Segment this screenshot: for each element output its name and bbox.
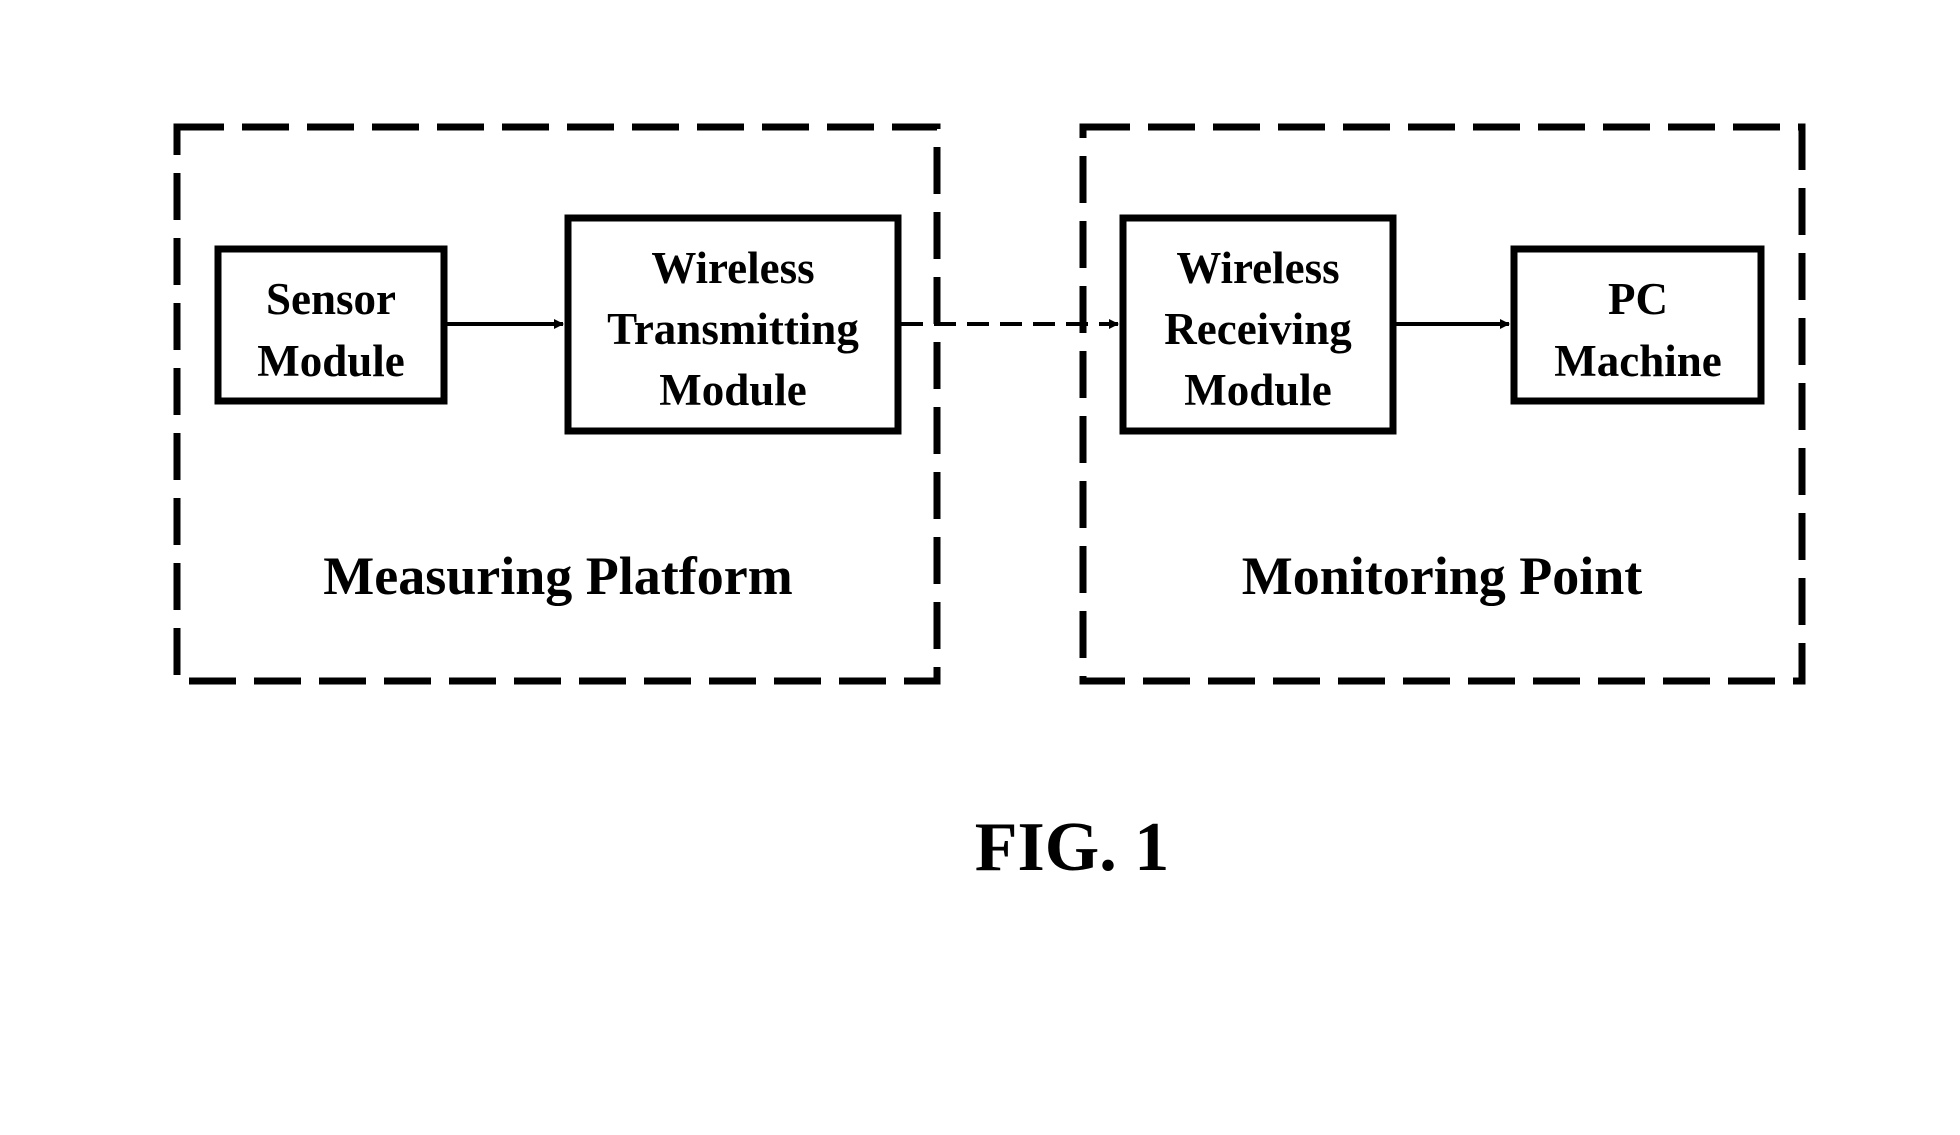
pc-machine-label-line-1: PC (1608, 274, 1668, 324)
wireless-transmitting-label-line-2: Transmitting (607, 304, 859, 354)
wireless-receiving-label-line-3: Module (1184, 365, 1332, 415)
wireless-receiving-label-line-2: Receiving (1164, 304, 1352, 354)
monitoring-point-label: Monitoring Point (1242, 546, 1643, 606)
wireless-receiving-label-line-1: Wireless (1176, 243, 1339, 293)
sensor-module-label-line-2: Module (257, 336, 405, 386)
block-diagram: Measuring Platform Monitoring Point Sens… (173, 123, 1806, 886)
wireless-transmitting-label-line-1: Wireless (651, 243, 814, 293)
wireless-receiving-module-block: Wireless Receiving Module (1119, 214, 1397, 435)
pc-machine-label-line-2: Machine (1554, 336, 1721, 386)
figure-caption: FIG. 1 (975, 809, 1169, 886)
measuring-platform-label: Measuring Platform (323, 546, 792, 606)
pc-machine-block: PC Machine (1510, 245, 1765, 405)
sensor-module-label-line-1: Sensor (266, 274, 396, 324)
wireless-transmitting-module-block: Wireless Transmitting Module (564, 214, 902, 435)
wireless-transmitting-label-line-3: Module (659, 365, 807, 415)
sensor-module-block: Sensor Module (214, 245, 448, 405)
